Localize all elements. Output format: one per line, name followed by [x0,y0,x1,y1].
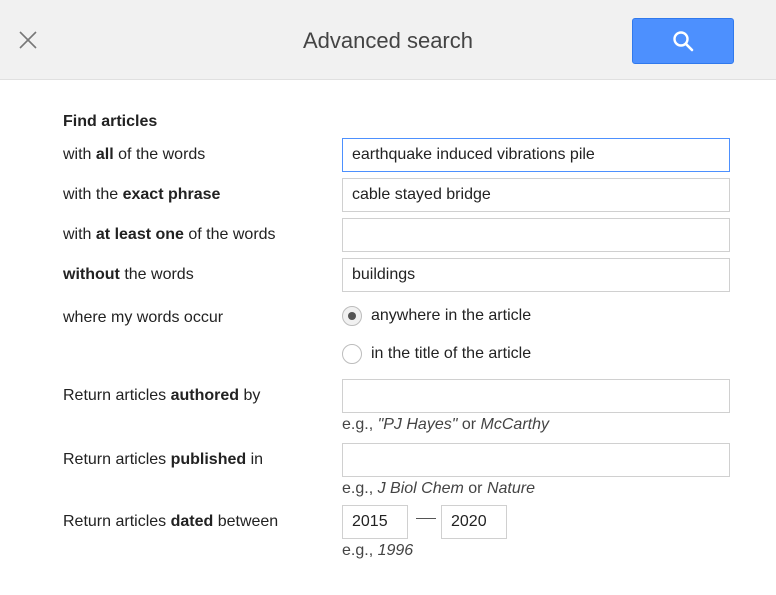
all-words-label: with all of the words [63,146,206,163]
radio-anywhere[interactable] [342,306,362,326]
at-least-one-input[interactable] [342,218,730,252]
authored-label: Return articles authored by [63,387,261,404]
radio-title-label: in the title of the article [371,345,532,362]
without-words-label: without the words [63,266,194,283]
published-label: Return articles published in [63,451,264,468]
year-range-dash [416,518,436,519]
word-occurrence-label: where my words occur [63,309,224,326]
year-from-input[interactable] [342,505,408,539]
radio-title[interactable] [342,344,362,364]
dialog-header: Advanced search [0,0,776,80]
exact-phrase-input[interactable] [342,178,730,212]
all-words-input[interactable] [342,138,730,172]
search-icon [673,31,694,52]
search-button[interactable] [632,18,734,64]
author-hint: e.g., "PJ Hayes" or McCarthy [342,416,549,433]
radio-anywhere-option[interactable]: anywhere in the article [342,306,531,326]
exact-phrase-label: with the exact phrase [63,186,221,203]
without-words-input[interactable] [342,258,730,292]
find-articles-heading: Find articles [63,113,158,130]
at-least-one-label: with at least one of the words [63,226,276,243]
publication-input[interactable] [342,443,730,477]
dated-label: Return articles dated between [63,513,279,530]
author-input[interactable] [342,379,730,413]
radio-title-option[interactable]: in the title of the article [342,344,531,364]
year-to-input[interactable] [441,505,507,539]
radio-anywhere-label: anywhere in the article [371,307,532,324]
date-hint: e.g., 1996 [342,542,414,559]
publication-hint: e.g., J Biol Chem or Nature [342,480,535,497]
